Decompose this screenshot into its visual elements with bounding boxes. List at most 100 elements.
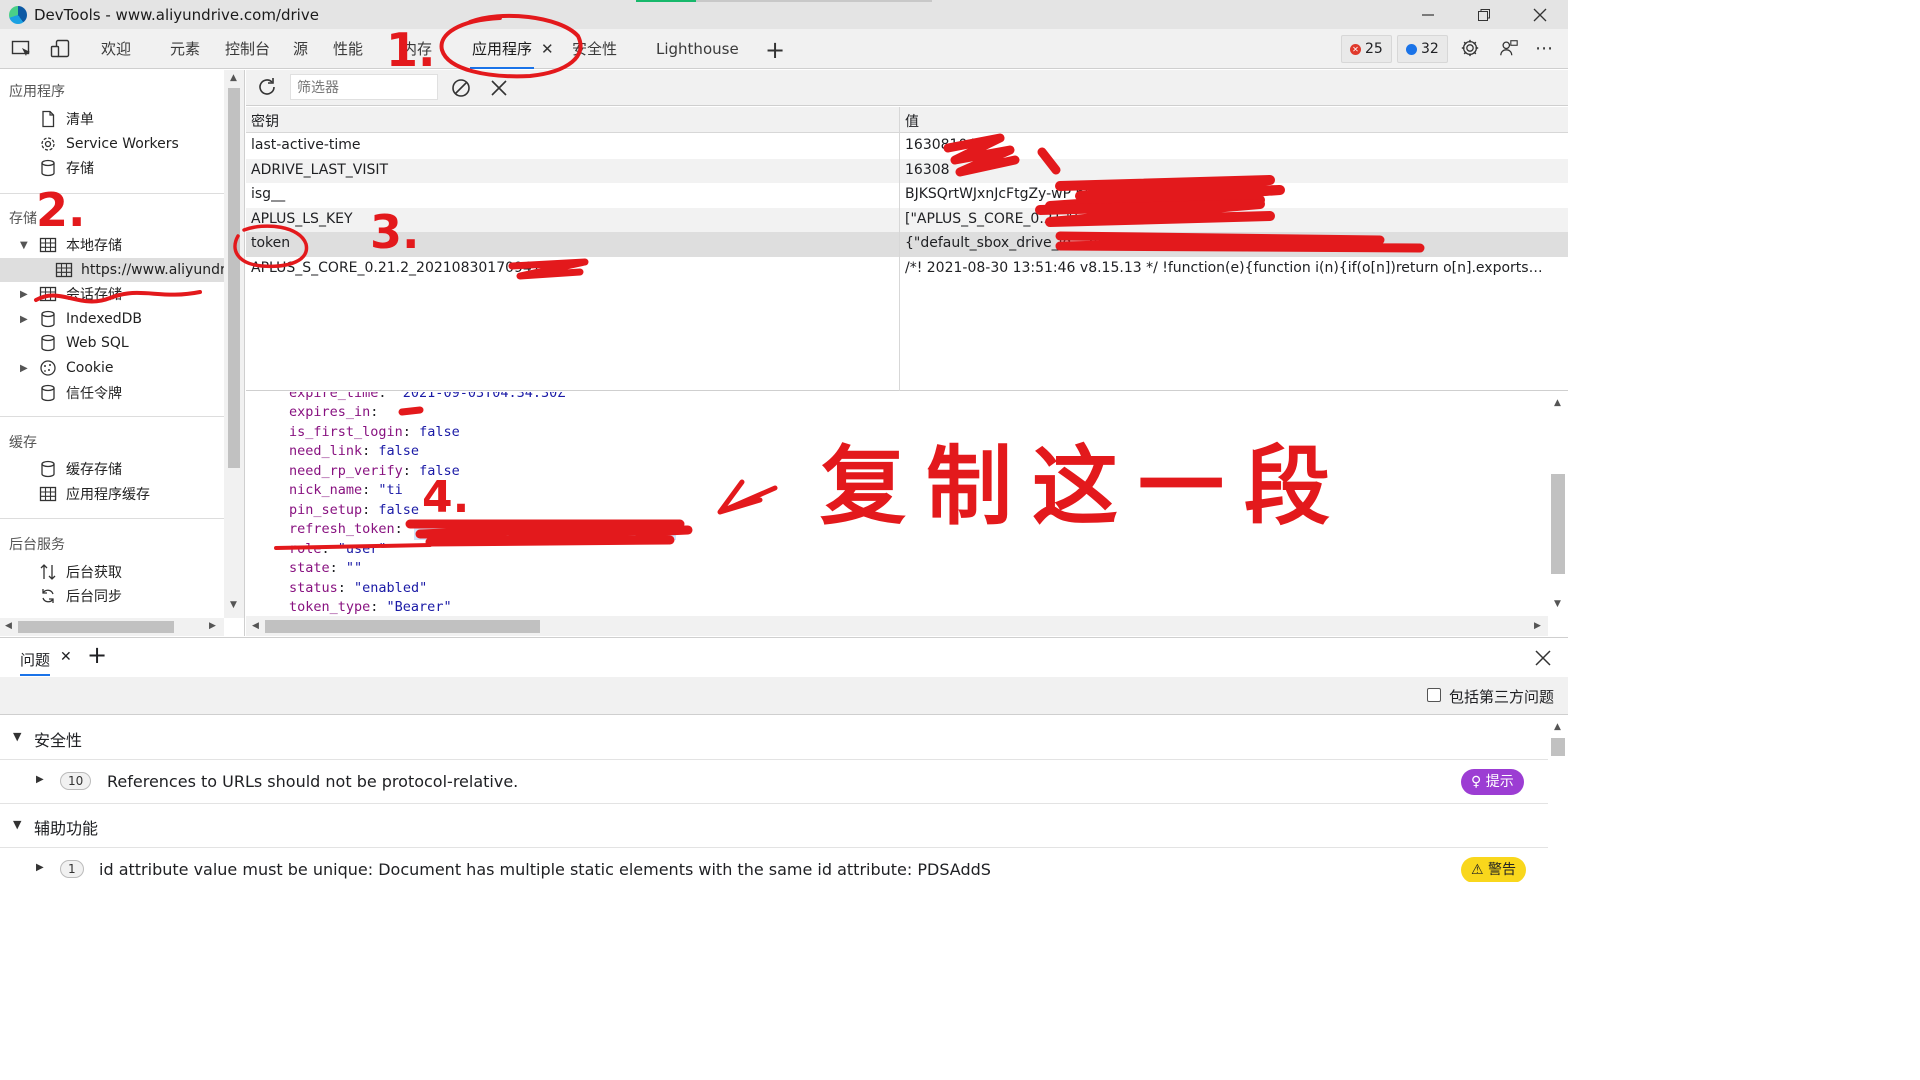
tab-console[interactable]: 控制台 <box>225 29 270 69</box>
sidebar-vertical-scrollbar[interactable]: ▲ ▼ <box>224 70 244 618</box>
issues-vertical-scrollbar[interactable]: ▲ <box>1548 716 1568 882</box>
preview-value: false <box>378 502 420 518</box>
sidebar-section-background: 后台服务 <box>9 537 65 553</box>
scroll-down-arrow-icon[interactable]: ▼ <box>230 600 237 610</box>
errors-badge[interactable]: ✕ 25 <box>1341 35 1392 63</box>
issue-category-accessibility[interactable]: ▼ 辅助功能 <box>0 804 1548 848</box>
sidebar-item-label: Web SQL <box>66 335 129 351</box>
row-value: {"default_sbox_drive_id" "need_link":fal… <box>905 235 1259 251</box>
sidebar-item-app-cache[interactable]: 应用程序缓存 <box>0 482 224 506</box>
scroll-right-arrow-icon[interactable]: ▶ <box>209 621 216 631</box>
refresh-icon[interactable] <box>256 76 278 98</box>
scroll-up-arrow-icon[interactable]: ▲ <box>1554 722 1561 732</box>
errors-count: 25 <box>1365 41 1383 57</box>
collapsed-triangle-icon: ▶ <box>20 288 28 300</box>
tab-lighthouse[interactable]: Lighthouse <box>656 29 739 69</box>
sidebar-item-bg-sync[interactable]: 后台同步 <box>0 584 224 608</box>
tab-security[interactable]: 安全性 <box>572 29 617 69</box>
minimize-button[interactable] <box>1400 0 1456 29</box>
issue-row[interactable]: ▶ 10 References to URLs should not be pr… <box>0 760 1548 804</box>
preview-key: expire_time <box>289 392 379 401</box>
table-row[interactable]: isg__ BJKSQrtWJxnJcFtgZy-wP pRDIHTZKN38v… <box>246 183 1568 208</box>
tab-sources[interactable]: 源 <box>293 29 308 69</box>
tab-performance[interactable]: 性能 <box>333 29 363 69</box>
sidebar-horizontal-scrollbar[interactable]: ◀ ▶ <box>0 618 224 636</box>
scroll-up-arrow-icon[interactable]: ▲ <box>230 73 237 83</box>
sidebar-item-bg-fetch[interactable]: 后台获取 <box>0 560 224 584</box>
up-down-arrows-icon <box>40 564 56 580</box>
delete-selected-icon[interactable] <box>490 79 508 97</box>
sidebar-item-storage[interactable]: 存储 <box>0 156 224 180</box>
column-header-value[interactable]: 值 <box>905 111 919 131</box>
scrollbar-thumb[interactable] <box>228 88 240 468</box>
sidebar-item-label: 本地存储 <box>66 238 122 254</box>
scroll-up-arrow-icon[interactable]: ▲ <box>1554 398 1561 408</box>
tab-application[interactable]: 应用程序 <box>470 29 535 69</box>
table-row[interactable]: ADRIVE_LAST_VISIT 16308 <box>246 158 1568 183</box>
preview-value: "enabled" <box>354 580 428 596</box>
settings-gear-icon[interactable] <box>1459 38 1481 58</box>
sidebar-item-label: 缓存存储 <box>66 462 122 478</box>
issue-text: id attribute value must be unique: Docum… <box>99 860 991 879</box>
issue-category-security[interactable]: ▼ 安全性 <box>0 716 1548 760</box>
sidebar-item-session-storage[interactable]: ▶ 会话存储 <box>0 282 224 306</box>
close-issues-tab-button[interactable]: ✕ <box>60 649 72 665</box>
column-divider[interactable] <box>899 107 900 391</box>
sidebar-item-cookie[interactable]: ▶ Cookie <box>0 356 224 380</box>
sidebar-item-trust-tokens[interactable]: 信任令牌 <box>0 381 224 405</box>
close-tab-button[interactable]: ✕ <box>541 29 554 69</box>
sidebar-item-cache-storage[interactable]: 缓存存储 <box>0 457 224 481</box>
value-preview-pane: expire_time: "2021-09-03T04:34:30Z" expi… <box>246 392 1568 636</box>
scroll-down-arrow-icon[interactable]: ▼ <box>1554 599 1561 609</box>
add-drawer-tab-button[interactable]: + <box>87 641 107 669</box>
collapsed-triangle-icon: ▶ <box>20 362 28 374</box>
table-row[interactable]: APLUS_S_CORE_0.21.2_20210830170941 /*! 2… <box>246 257 1568 282</box>
more-tools-button[interactable]: + <box>765 36 785 64</box>
device-toolbar-icon[interactable] <box>50 39 72 59</box>
filter-input[interactable] <box>290 74 438 100</box>
scroll-right-arrow-icon[interactable]: ▶ <box>1534 621 1541 631</box>
scroll-left-arrow-icon[interactable]: ◀ <box>252 621 259 631</box>
scrollbar-thumb[interactable] <box>18 621 174 633</box>
message-icon <box>1406 43 1417 55</box>
sidebar-item-indexeddb[interactable]: ▶ IndexedDB <box>0 307 224 331</box>
sidebar-item-websql[interactable]: Web SQL <box>0 331 224 355</box>
warning-badge: ⚠ 警告 <box>1461 857 1527 882</box>
sidebar-item-label: Cookie <box>66 360 114 376</box>
sidebar-item-manifest[interactable]: 清单 <box>0 107 224 131</box>
scroll-left-arrow-icon[interactable]: ◀ <box>5 621 12 631</box>
sidebar-item-label: 存储 <box>66 161 94 177</box>
row-key: isg__ <box>251 186 286 202</box>
sidebar-item-local-storage[interactable]: ▼ 本地存储 <box>0 233 224 257</box>
maximize-button[interactable] <box>1456 0 1512 29</box>
close-drawer-icon[interactable] <box>1535 650 1551 666</box>
more-options-button[interactable]: ⋯ <box>1535 29 1553 69</box>
clear-all-icon[interactable] <box>450 77 472 99</box>
messages-badge[interactable]: 32 <box>1397 35 1448 63</box>
tab-issues[interactable]: 问题 <box>20 649 50 670</box>
table-row[interactable]: last-active-time 16308104 <box>246 134 1568 159</box>
scrollbar-thumb[interactable] <box>1551 474 1565 574</box>
preview-vertical-scrollbar[interactable]: ▲ ▼ <box>1548 392 1568 616</box>
close-window-button[interactable] <box>1512 0 1568 29</box>
sidebar-item-service-workers[interactable]: Service Workers <box>0 132 224 156</box>
sidebar-section-storage: 存储 <box>9 211 37 227</box>
window-title: DevTools - www.aliyundrive.com/drive <box>34 5 319 24</box>
row-key: APLUS_S_CORE_0.21.2_20210830170941 <box>251 259 541 276</box>
scrollbar-thumb[interactable] <box>1551 738 1565 756</box>
third-party-checkbox[interactable] <box>1427 688 1441 702</box>
issue-row[interactable]: ▶ 1 id attribute value must be unique: D… <box>0 848 1548 882</box>
preview-line: is_first_login: false <box>289 424 460 440</box>
feedback-icon[interactable] <box>1498 38 1520 58</box>
column-header-key[interactable]: 密钥 <box>251 111 279 131</box>
table-row-selected[interactable]: token {"default_sbox_drive_id" "need_lin… <box>246 232 1568 257</box>
tab-elements[interactable]: 元素 <box>170 29 200 69</box>
scrollbar-thumb[interactable] <box>265 620 540 633</box>
tab-welcome[interactable]: 欢迎 <box>101 29 131 69</box>
tab-memory[interactable]: 内存 <box>402 29 432 69</box>
sidebar-item-local-storage-origin[interactable]: https://www.aliyundrive.com <box>0 258 224 282</box>
table-row[interactable]: APLUS_LS_KEY ["APLUS_S_CORE_0.21 "] <box>246 207 1568 232</box>
preview-horizontal-scrollbar[interactable]: ◀ ▶ <box>246 616 1548 636</box>
inspect-element-icon[interactable] <box>11 39 33 59</box>
preview-value: false <box>378 443 420 459</box>
